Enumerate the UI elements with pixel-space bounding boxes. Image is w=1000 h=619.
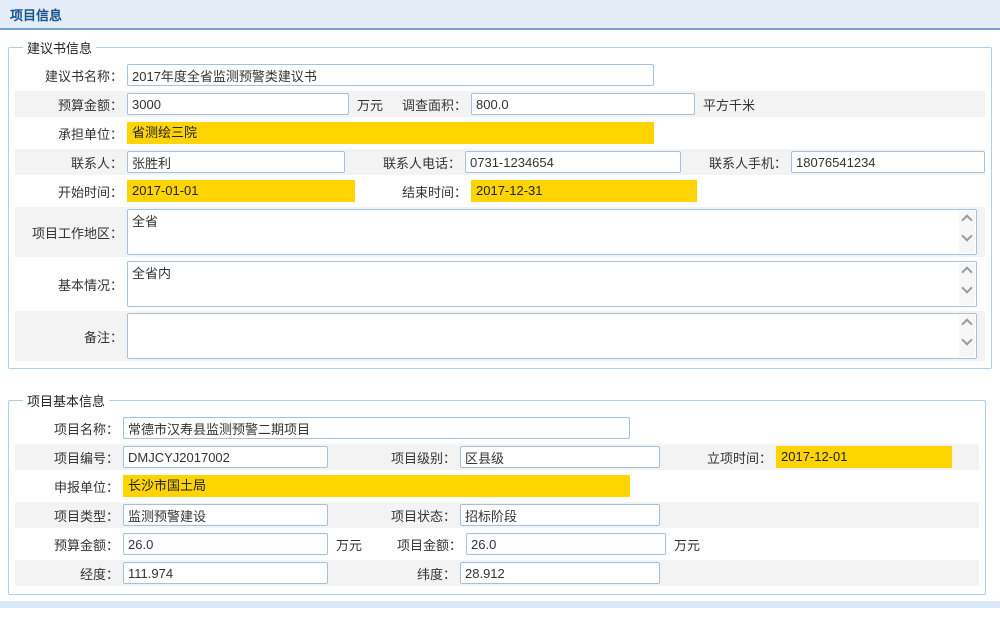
project-name-label: 项目名称： <box>15 419 119 438</box>
project-name-input[interactable] <box>123 417 630 439</box>
budget-label: 预算金额： <box>15 95 123 114</box>
project-amount-label: 项目金额： <box>362 535 462 554</box>
proposal-section-legend: 建议书信息 <box>23 38 96 57</box>
project-section: 项目基本信息 项目名称： 项目编号： 项目级别： 立项时间： 2017-12-0… <box>8 391 986 595</box>
contact-mobile-input[interactable] <box>791 151 985 173</box>
basic-info-scrollbar[interactable] <box>959 263 975 305</box>
project-amount-input[interactable] <box>466 533 666 555</box>
project-section-legend: 项目基本信息 <box>23 391 109 410</box>
remark-text <box>128 314 959 358</box>
undertaking-unit-value[interactable]: 省测绘三院 <box>127 122 654 144</box>
remark-textarea[interactable] <box>127 313 977 359</box>
scroll-down-icon[interactable] <box>961 334 972 345</box>
basic-info-text: 全省内 <box>128 262 959 306</box>
survey-area-input[interactable] <box>471 93 695 115</box>
project-type-input[interactable] <box>123 504 328 526</box>
proposal-section: 建议书信息 建议书名称： 预算金额： 万元 调查面积： 平方千米 承担单位： 省… <box>8 38 992 369</box>
project-name-row: 项目名称： <box>15 415 979 441</box>
longitude-input[interactable] <box>123 562 328 584</box>
scroll-down-icon[interactable] <box>961 282 972 293</box>
project-budget-unit: 万元 <box>336 535 362 554</box>
coords-row: 经度： 纬度： <box>15 560 979 586</box>
project-code-label: 项目编号： <box>15 448 119 467</box>
scroll-up-icon[interactable] <box>961 266 972 277</box>
work-area-label: 项目工作地区： <box>15 223 123 242</box>
page-header: 项目信息 <box>0 0 1000 30</box>
project-budget-input[interactable] <box>123 533 328 555</box>
page-title: 项目信息 <box>10 5 62 24</box>
project-level-label: 项目级别： <box>328 448 456 467</box>
basic-info-label: 基本情况： <box>15 275 123 294</box>
scroll-up-icon[interactable] <box>961 214 972 225</box>
work-area-scrollbar[interactable] <box>959 211 975 253</box>
longitude-label: 经度： <box>15 564 119 583</box>
project-type-label: 项目类型： <box>15 506 119 525</box>
project-level-input[interactable] <box>460 446 660 468</box>
budget-input[interactable] <box>127 93 349 115</box>
survey-area-unit: 平方千米 <box>703 95 755 114</box>
contact-input[interactable] <box>127 151 345 173</box>
contact-phone-label: 联系人电话： <box>345 153 461 172</box>
approval-date-label: 立项时间： <box>660 448 772 467</box>
approval-date-value[interactable]: 2017-12-01 <box>776 446 952 468</box>
proposal-name-input[interactable] <box>127 64 654 86</box>
remark-row: 备注： <box>15 311 985 361</box>
latitude-label: 纬度： <box>328 564 456 583</box>
dates-row: 开始时间： 2017-01-01 结束时间： 2017-12-31 <box>15 178 985 204</box>
contact-row: 联系人： 联系人电话： 联系人手机： <box>15 149 985 175</box>
scroll-down-icon[interactable] <box>961 230 972 241</box>
project-code-row: 项目编号： 项目级别： 立项时间： 2017-12-01 <box>15 444 979 470</box>
end-date-label: 结束时间： <box>355 182 467 201</box>
project-code-input[interactable] <box>123 446 328 468</box>
start-date-label: 开始时间： <box>15 182 123 201</box>
declare-unit-row: 申报单位： 长沙市国土局 <box>15 473 979 499</box>
contact-mobile-label: 联系人手机： <box>681 153 787 172</box>
latitude-input[interactable] <box>460 562 660 584</box>
work-area-textarea[interactable]: 全省 <box>127 209 977 255</box>
work-area-text: 全省 <box>128 210 959 254</box>
project-amount-unit: 万元 <box>674 535 700 554</box>
undertaking-unit-row: 承担单位： 省测绘三院 <box>15 120 985 146</box>
project-budget-label: 预算金额： <box>15 535 119 554</box>
page-bottom-strip <box>0 601 1000 608</box>
contact-label: 联系人： <box>15 153 123 172</box>
start-date-value[interactable]: 2017-01-01 <box>127 180 355 202</box>
project-status-label: 项目状态： <box>328 506 456 525</box>
declare-unit-value[interactable]: 长沙市国土局 <box>123 475 630 497</box>
basic-info-row: 基本情况： 全省内 <box>15 259 985 309</box>
budget-unit: 万元 <box>357 95 383 114</box>
amounts-row: 预算金额： 万元 项目金额： 万元 <box>15 531 979 557</box>
undertaking-unit-label: 承担单位： <box>15 124 123 143</box>
scroll-up-icon[interactable] <box>961 318 972 329</box>
proposal-name-row: 建议书名称： <box>15 62 985 88</box>
work-area-row: 项目工作地区： 全省 <box>15 207 985 257</box>
basic-info-textarea[interactable]: 全省内 <box>127 261 977 307</box>
project-status-input[interactable] <box>460 504 660 526</box>
declare-unit-label: 申报单位： <box>15 477 119 496</box>
remark-scrollbar[interactable] <box>959 315 975 357</box>
survey-area-label: 调查面积： <box>387 95 467 114</box>
proposal-name-label: 建议书名称： <box>15 66 123 85</box>
project-type-row: 项目类型： 项目状态： <box>15 502 979 528</box>
budget-row: 预算金额： 万元 调查面积： 平方千米 <box>15 91 985 117</box>
remark-label: 备注： <box>15 327 123 346</box>
end-date-value[interactable]: 2017-12-31 <box>471 180 697 202</box>
contact-phone-input[interactable] <box>465 151 681 173</box>
